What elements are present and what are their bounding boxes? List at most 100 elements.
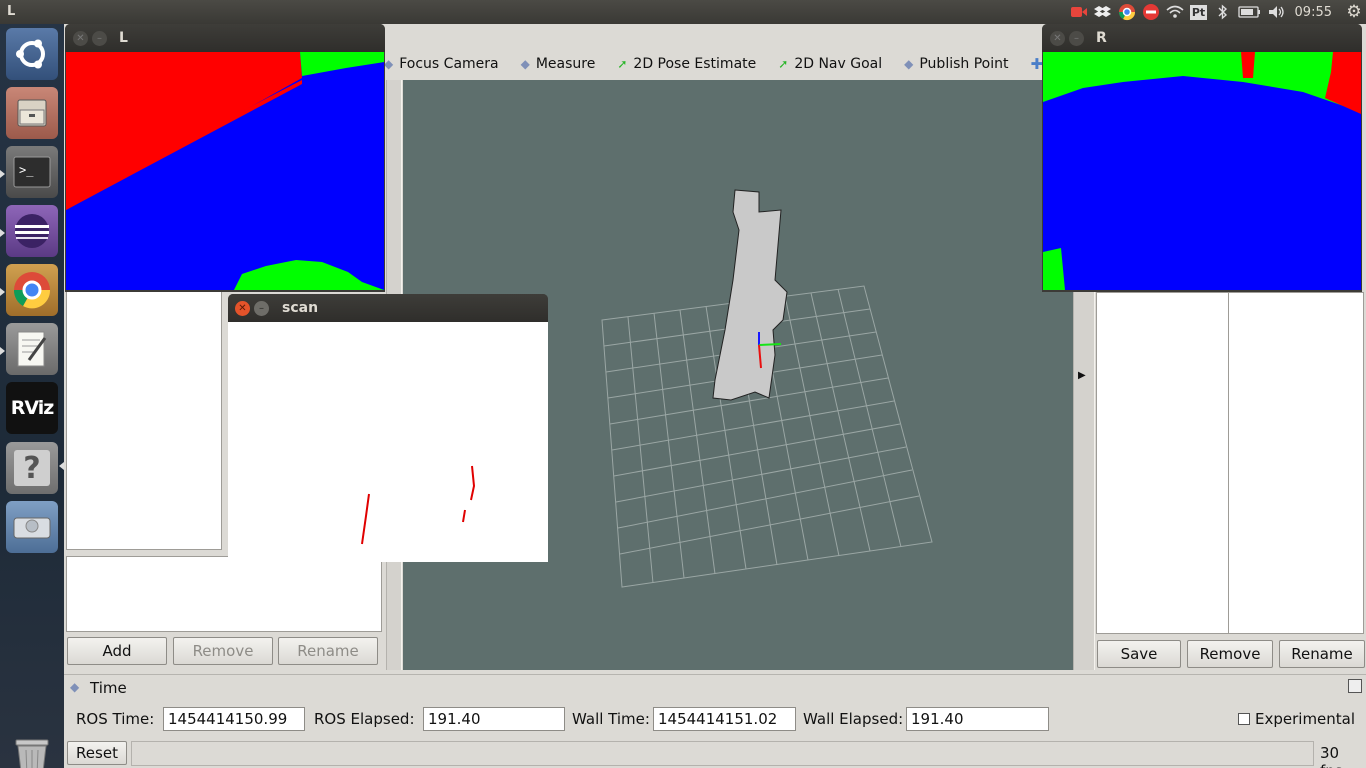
point-cloud-map: [712, 189, 788, 401]
reset-button[interactable]: Reset: [67, 741, 127, 765]
active-app-title: L: [7, 4, 16, 19]
scan-image: [228, 322, 548, 562]
running-indicator: [0, 229, 5, 237]
tool-label: 2D Nav Goal: [794, 56, 883, 72]
tool-label: 2D Pose Estimate: [633, 56, 757, 72]
help-icon[interactable]: ?: [6, 442, 58, 494]
diamond-icon: ◆: [384, 57, 394, 71]
tool-publish-point[interactable]: ◆ Publish Point: [904, 56, 1008, 72]
files-icon[interactable]: [6, 87, 58, 139]
views-panel[interactable]: [1096, 292, 1364, 634]
float-panel-icon[interactable]: [1348, 679, 1362, 693]
running-indicator: [0, 170, 5, 178]
wall-elapsed-field[interactable]: 191.40: [906, 707, 1049, 731]
scan-window[interactable]: ✕ – scan: [228, 294, 548, 562]
tool-2d-nav-goal[interactable]: ➚ 2D Nav Goal: [778, 56, 882, 72]
diamond-icon: ◆: [904, 57, 914, 71]
tool-label: Measure: [535, 56, 596, 72]
minimize-icon[interactable]: –: [254, 301, 269, 316]
window-titlebar[interactable]: ✕ – scan: [228, 294, 548, 322]
left-label-image: [66, 52, 384, 290]
window-titlebar[interactable]: ✕ – R: [1042, 24, 1362, 52]
clock[interactable]: 09:55: [1289, 5, 1342, 20]
save-view-button[interactable]: Save: [1097, 640, 1181, 668]
experimental-checkbox[interactable]: [1238, 713, 1250, 725]
close-icon[interactable]: ✕: [235, 301, 250, 316]
rename-label: Rename: [297, 642, 359, 660]
svg-text:>_: >_: [19, 163, 34, 177]
close-icon[interactable]: ✕: [1050, 31, 1065, 46]
tool-focus-camera[interactable]: ◆ Focus Camera: [384, 56, 499, 72]
left-image-window[interactable]: ✕ – L: [65, 24, 385, 292]
launcher: >_ RViz ?: [0, 24, 64, 768]
axis-y: [758, 343, 782, 346]
running-indicator: [0, 288, 5, 296]
remove-label: Remove: [1199, 645, 1261, 663]
time-panel-title: Time: [90, 679, 127, 697]
system-tray: Pt 09:55 ⚙: [1067, 0, 1366, 24]
ubuntu-dash-icon[interactable]: [6, 28, 58, 80]
window-title: R: [1096, 30, 1107, 46]
reset-label: Reset: [76, 744, 118, 762]
tool-2d-pose-estimate[interactable]: ➚ 2D Pose Estimate: [617, 56, 756, 72]
remove-display-button[interactable]: Remove: [173, 637, 273, 665]
text-editor-icon[interactable]: [6, 323, 58, 375]
right-label-image: [1043, 52, 1361, 290]
ros-elapsed-label: ROS Elapsed:: [314, 710, 415, 728]
bluetooth-icon[interactable]: [1211, 0, 1235, 24]
rename-view-button[interactable]: Rename: [1279, 640, 1365, 668]
add-display-button[interactable]: Add: [67, 637, 167, 665]
diamond-icon: ◆: [520, 57, 530, 71]
add-label: Add: [102, 642, 132, 660]
column-divider: [1228, 293, 1229, 633]
expand-arrow-icon[interactable]: ▶: [1078, 370, 1086, 381]
green-arrow-icon: ➚: [617, 57, 628, 71]
tool-label: Focus Camera: [399, 56, 499, 72]
right-image-window[interactable]: ✕ – R: [1042, 24, 1362, 292]
wall-time-field[interactable]: 1454414151.02: [653, 707, 796, 731]
rviz-icon[interactable]: RViz: [6, 382, 58, 434]
trash-icon[interactable]: [6, 732, 58, 768]
displays-tree[interactable]: [66, 288, 222, 550]
rename-display-button[interactable]: Rename: [278, 637, 378, 665]
top-panel: L Pt 09:55 ⚙: [0, 0, 1366, 24]
ros-elapsed-field[interactable]: 191.40: [423, 707, 565, 731]
fps-label: 30 fps: [1320, 744, 1343, 768]
window-title: scan: [282, 300, 319, 316]
remove-view-button[interactable]: Remove: [1187, 640, 1273, 668]
disk-icon[interactable]: [6, 501, 58, 553]
tool-measure[interactable]: ◆ Measure: [521, 56, 596, 72]
rviz-label: RViz: [10, 397, 55, 419]
ros-time-label: ROS Time:: [76, 710, 155, 728]
minimize-icon[interactable]: –: [92, 31, 107, 46]
rename-label: Rename: [1291, 645, 1353, 663]
time-panel: ◆ Time ROS Time: 1454414150.99 ROS Elaps…: [64, 674, 1366, 768]
help-label: ?: [14, 450, 50, 486]
chrome-icon[interactable]: [1115, 0, 1139, 24]
pt-icon[interactable]: Pt: [1187, 0, 1211, 24]
window-titlebar[interactable]: ✕ – L: [65, 24, 385, 52]
green-arrow-icon: ➚: [778, 57, 789, 71]
no-entry-icon[interactable]: [1139, 0, 1163, 24]
record-icon[interactable]: [1067, 0, 1091, 24]
terminal-icon[interactable]: >_: [6, 146, 58, 198]
minimize-icon[interactable]: –: [1069, 31, 1084, 46]
running-indicator: [0, 347, 5, 355]
wall-elapsed-label: Wall Elapsed:: [803, 710, 904, 728]
diamond-icon: ◆: [70, 680, 80, 694]
eclipse-icon[interactable]: [6, 205, 58, 257]
close-icon[interactable]: ✕: [73, 31, 88, 46]
ros-time-field[interactable]: 1454414150.99: [163, 707, 305, 731]
tool-label: Publish Point: [919, 56, 1009, 72]
chrome-launcher-icon[interactable]: [6, 264, 58, 316]
battery-icon[interactable]: [1235, 0, 1265, 24]
dropbox-icon[interactable]: [1091, 0, 1115, 24]
wall-time-label: Wall Time:: [572, 710, 650, 728]
pt-label: Pt: [1189, 4, 1208, 20]
wifi-icon[interactable]: [1163, 0, 1187, 24]
volume-icon[interactable]: [1265, 0, 1289, 24]
experimental-label: Experimental: [1255, 710, 1356, 728]
remove-label: Remove: [192, 642, 254, 660]
gear-icon[interactable]: ⚙: [1342, 0, 1366, 24]
save-label: Save: [1120, 645, 1158, 663]
